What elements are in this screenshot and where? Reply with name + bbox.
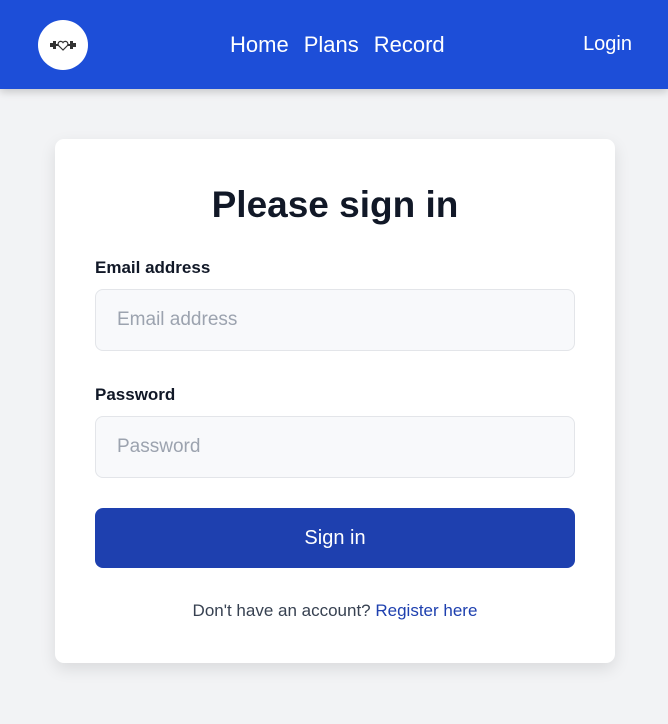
email-label: Email address xyxy=(95,258,211,277)
password-label: Password xyxy=(95,385,176,404)
logo[interactable] xyxy=(38,20,88,70)
sign-in-button[interactable]: Sign in xyxy=(95,508,575,568)
nav-plans-link[interactable]: Plans xyxy=(304,33,359,56)
nav-record-link[interactable]: Record xyxy=(374,33,445,56)
sign-in-card: Please sign in Email address Password Si… xyxy=(55,139,615,663)
register-link[interactable]: Register here xyxy=(375,601,477,620)
email-input[interactable] xyxy=(95,289,575,351)
page-title: Please sign in xyxy=(211,184,459,225)
main-nav: Home Plans Record xyxy=(230,0,460,89)
dumbbell-heart-icon xyxy=(50,40,76,51)
nav-home-link[interactable]: Home xyxy=(230,33,289,56)
login-link[interactable]: Login xyxy=(583,0,632,89)
password-input[interactable] xyxy=(95,416,575,478)
register-prompt: Don't have an account? Register here xyxy=(55,601,615,621)
navbar: Home Plans Record Login xyxy=(0,0,668,89)
register-prompt-text: Don't have an account? xyxy=(192,601,371,620)
